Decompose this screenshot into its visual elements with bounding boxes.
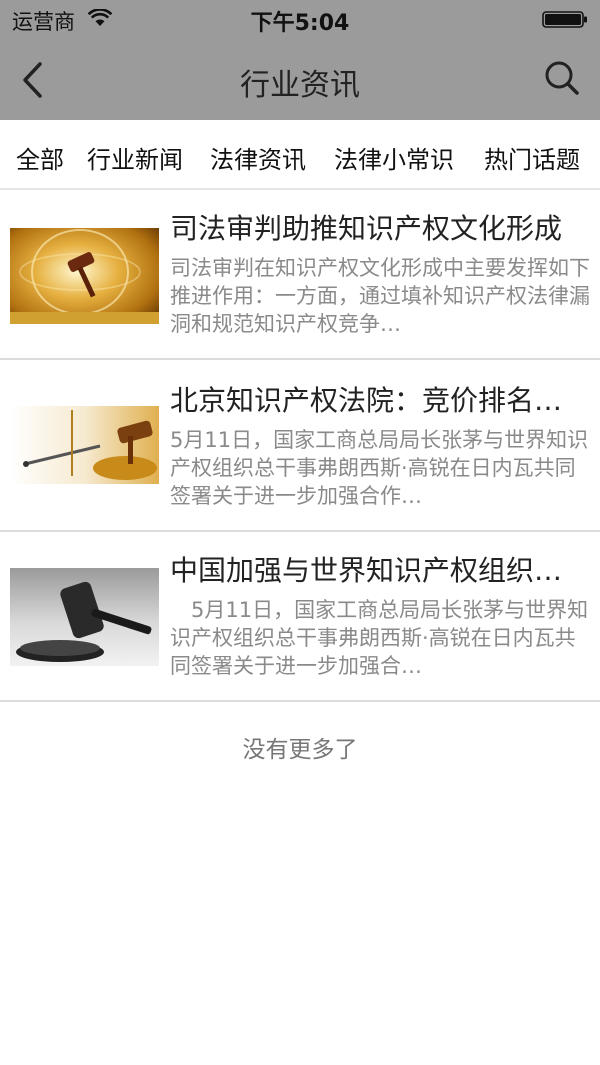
article-title: 北京知识产权法院：竞价排名…: [170, 384, 563, 417]
battery-icon: [542, 11, 587, 28]
page-title: 行业资讯: [240, 68, 360, 103]
article-summary: 司法审判在知识产权文化形成中主要发挥如下推进作用：一方面，通过填补知识产权法律漏…: [170, 256, 590, 336]
article-text: 司法审判助推知识产权文化形成 司法审判在知识产权文化形成中主要发挥如下推进作用：…: [170, 210, 590, 338]
article-thumbnail: [10, 568, 159, 666]
nav-bar: 行业资讯: [0, 40, 600, 120]
list-item[interactable]: 司法审判助推知识产权文化形成 司法审判在知识产权文化形成中主要发挥如下推进作用：…: [0, 190, 600, 360]
article-thumbnail: [10, 406, 159, 484]
article-summary: 5月11日，国家工商总局局长张茅与世界知识产权组织总干事弗朗西斯·高锐在日内瓦共…: [170, 428, 589, 508]
article-title: 中国加强与世界知识产权组织…: [170, 554, 563, 587]
article-text: 北京知识产权法院：竞价排名… 5月11日，国家工商总局局长张茅与世界知识产权组织…: [170, 382, 590, 510]
tab-legal-info[interactable]: 法律资讯: [210, 140, 306, 175]
article-title: 司法审判助推知识产权文化形成: [170, 212, 563, 245]
status-time: 下午5:04: [250, 11, 350, 36]
list-item[interactable]: 北京知识产权法院：竞价排名… 5月11日，国家工商总局局长张茅与世界知识产权组织…: [0, 362, 600, 532]
status-bar: 运营商 下午5:04: [0, 0, 600, 40]
tab-legal-tips[interactable]: 法律小常识: [334, 140, 454, 175]
header: 运营商 下午5:04 行业资讯: [0, 0, 600, 120]
no-more-label: 没有更多了: [242, 737, 358, 763]
list-item[interactable]: 中国加强与世界知识产权组织… 5月11日，国家工商总局局长张茅与世界知识产权组织…: [0, 532, 600, 702]
tab-all[interactable]: 全部: [16, 140, 64, 175]
article-summary: 5月11日，国家工商总局局长张茅与世界知识产权组织总干事弗朗西斯·高锐在日内瓦共…: [170, 598, 589, 678]
article-text: 中国加强与世界知识产权组织… 5月11日，国家工商总局局长张茅与世界知识产权组织…: [170, 552, 590, 680]
search-icon[interactable]: [544, 60, 580, 96]
tab-hot-topics[interactable]: 热门话题: [484, 140, 580, 175]
tab-industry-news[interactable]: 行业新闻: [87, 140, 183, 175]
article-thumbnail: [10, 228, 159, 324]
category-tabs: 全部 行业新闻 法律资讯 法律小常识 热门话题: [0, 120, 600, 190]
